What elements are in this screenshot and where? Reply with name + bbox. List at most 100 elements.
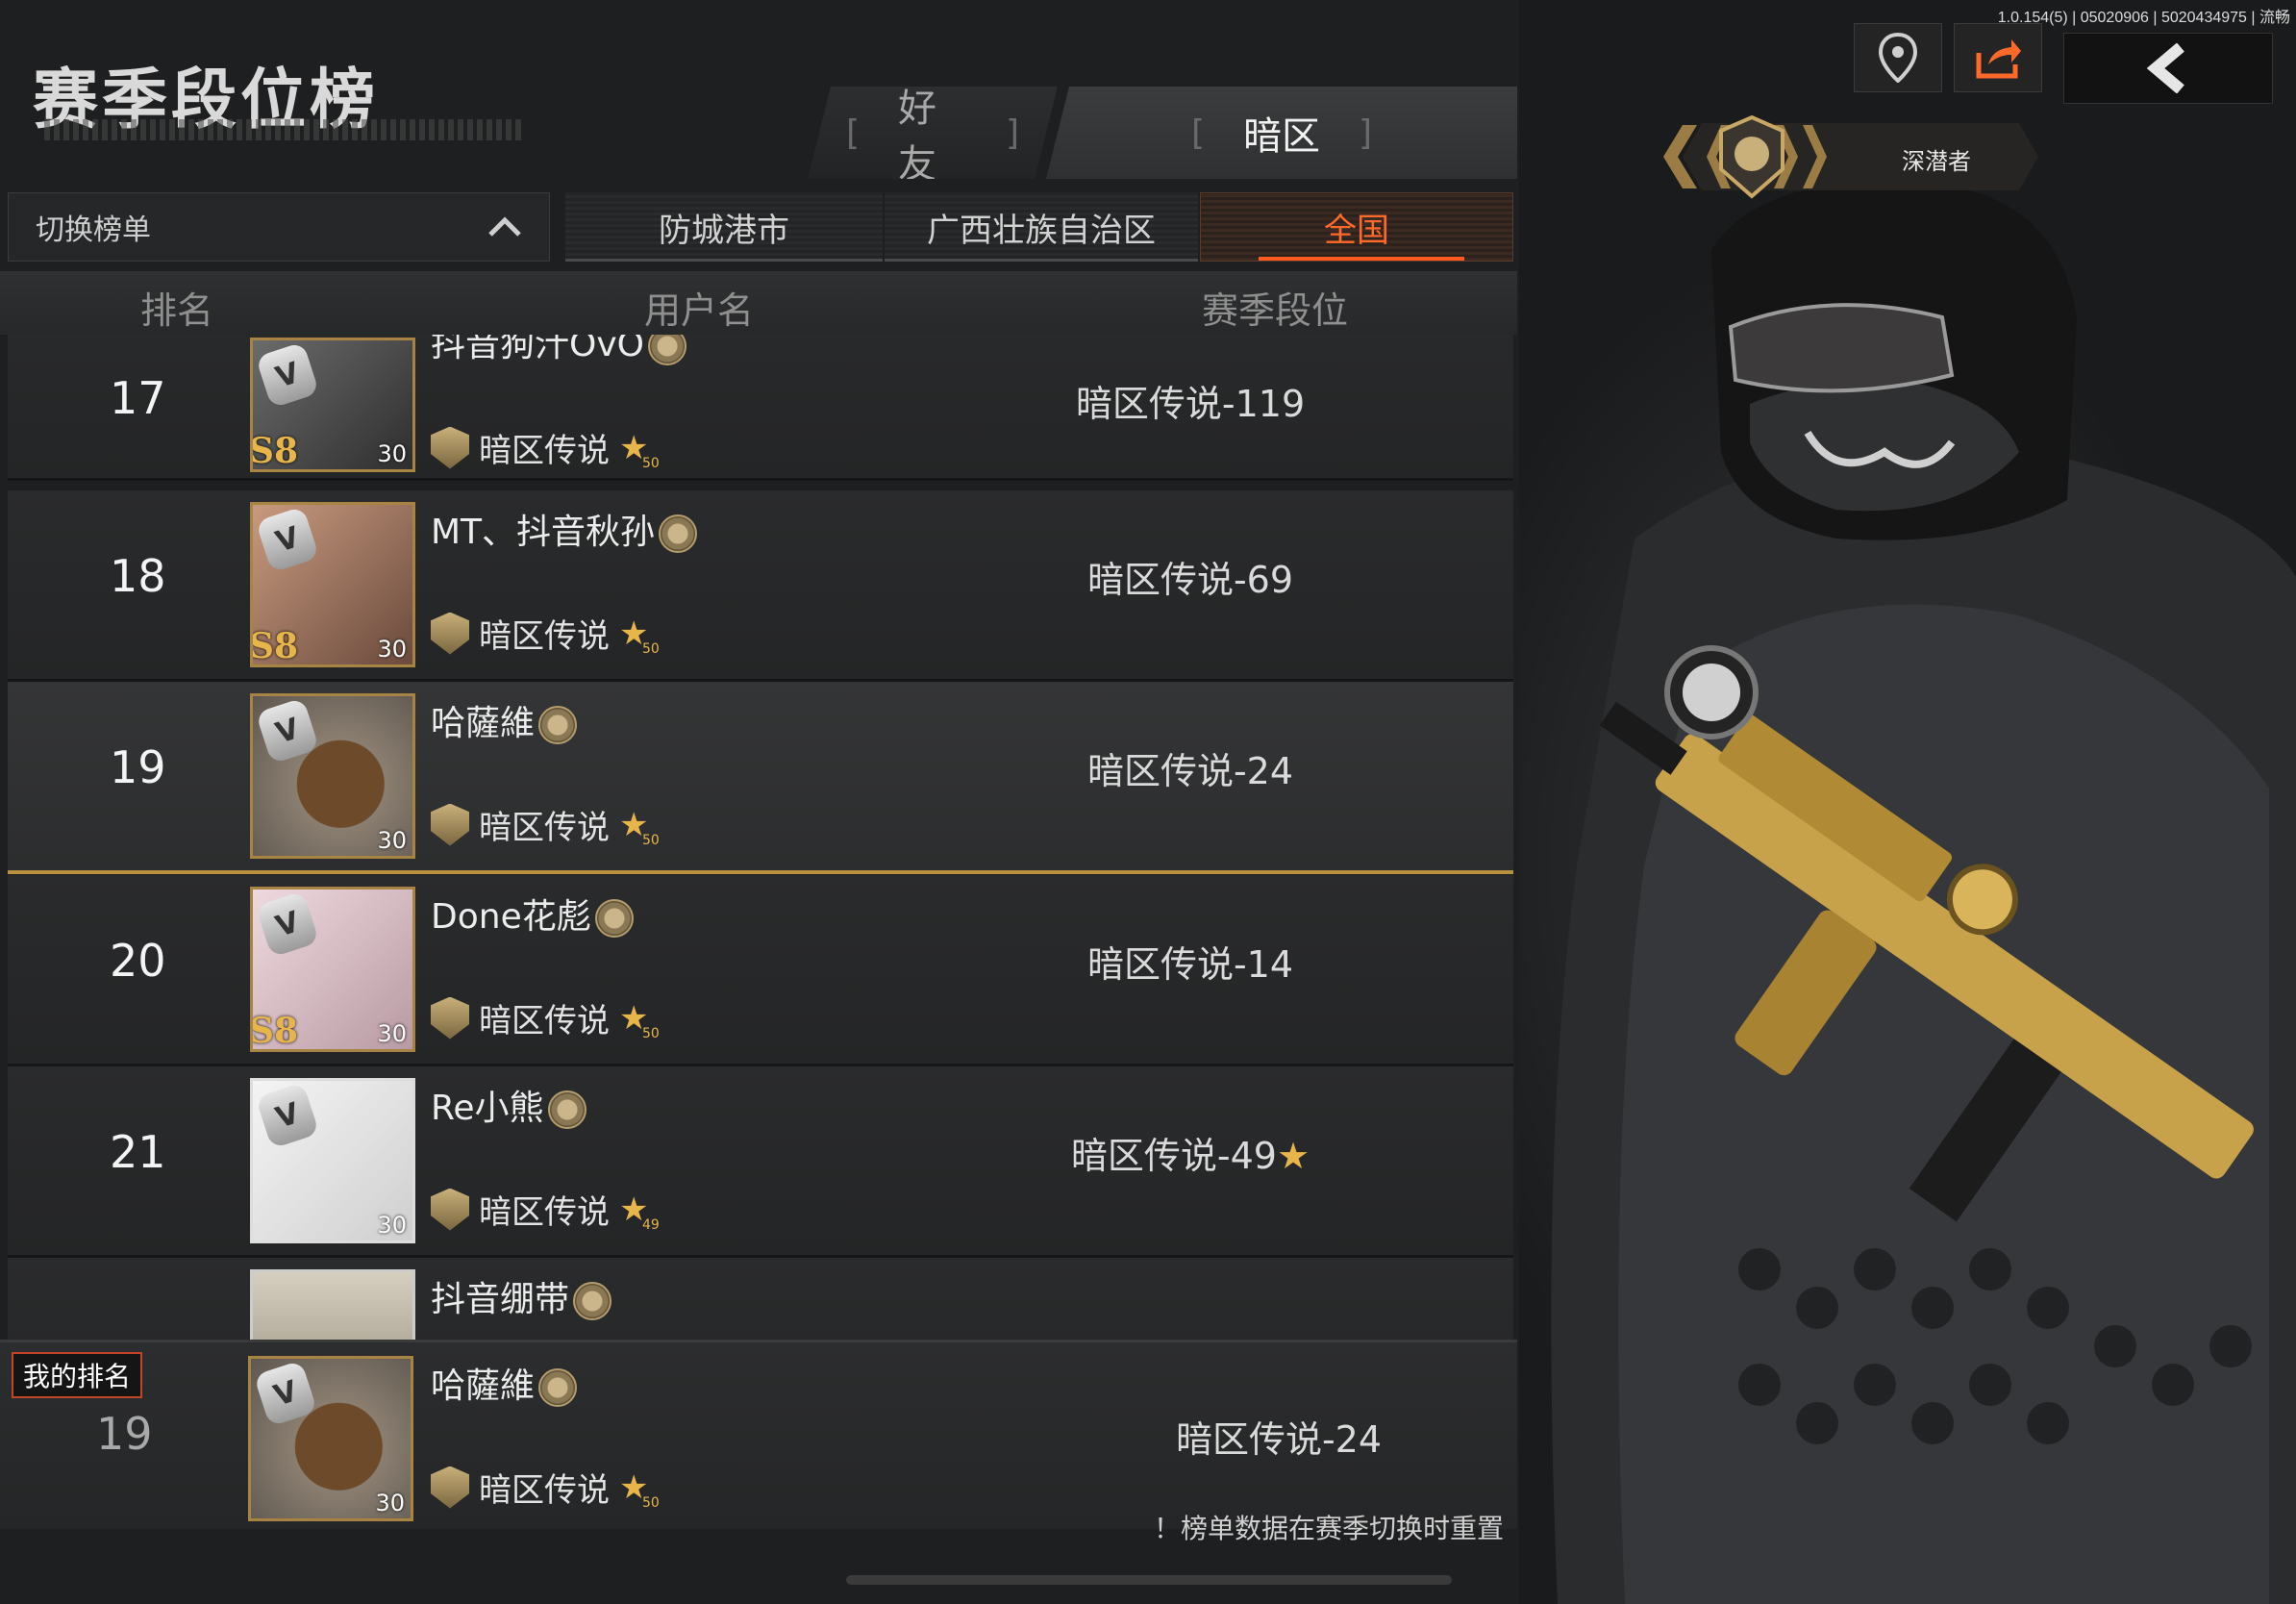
tab-region-province-label: 广西壮族自治区 [927, 211, 1156, 250]
avatar: V 30 [248, 1356, 413, 1521]
star-count: 50 [642, 1494, 660, 1511]
tier-icon [431, 1466, 469, 1509]
level-number: 30 [375, 1490, 405, 1516]
username: 哈薩維 [431, 695, 578, 745]
avatar: V 30 [250, 1078, 415, 1243]
name-badge-icon [538, 1368, 578, 1407]
season-badge: S8 [250, 431, 299, 471]
name-badge-icon [547, 1090, 586, 1129]
name-badge-icon [594, 899, 634, 938]
star-count: 50 [642, 455, 660, 471]
tier-label: 暗区传说 [479, 1471, 610, 1510]
dogtag-icon: V [255, 341, 320, 409]
back-button[interactable] [2063, 33, 2273, 104]
season-badge: S8 [250, 626, 299, 666]
tier-icon [431, 1188, 469, 1231]
tier-label: 暗区传说 [479, 432, 610, 470]
tab-region-national[interactable]: 全国 [1200, 192, 1513, 262]
username: 抖音绷带 [431, 1271, 612, 1321]
username: 抖音狗汁OvO [431, 335, 686, 366]
star-count: 50 [642, 832, 660, 848]
username: Done花彪 [431, 889, 634, 939]
star-icon: ★ 49 [619, 1190, 660, 1233]
rank-number: 20 [110, 935, 166, 987]
soldier-illustration [1551, 181, 2296, 1604]
level-number: 30 [377, 1020, 407, 1047]
tier-label: 暗区传说 [479, 617, 610, 656]
footer-note: ！榜单数据在赛季切换时重置 [1154, 1513, 1505, 1544]
tier-line: 暗区传说 ★ 50 [431, 994, 660, 1041]
tier-label: 暗区传说 [479, 809, 610, 847]
username: MT、抖音秋孙 [431, 504, 698, 554]
season-badge: S8 [250, 1011, 299, 1051]
tab-region-city[interactable]: 防城港市 [565, 192, 883, 262]
rank-number: 19 [110, 741, 166, 793]
name-badge-icon [538, 706, 578, 744]
chevron-left-icon [2146, 43, 2184, 93]
season-rank: 暗区传说-24 [1175, 1418, 1383, 1461]
avatar: V 30 [250, 693, 415, 859]
username-text: 哈薩維 [431, 1366, 536, 1406]
location-button[interactable] [1854, 23, 1942, 92]
season-rank: 暗区传说-24 [1086, 750, 1294, 792]
season-rank: 暗区传说-49★ [1071, 1126, 1310, 1179]
avatar: V S8 30 [250, 502, 415, 667]
my-rank-label: 我的排名 [12, 1352, 143, 1398]
season-rank: 暗区传说-69 [1086, 559, 1294, 601]
leaderboard-list[interactable]: 17 V S8 30 抖音狗汁OvO 暗区传说 ★ 50 暗区传说-119 18 … [8, 335, 1517, 1340]
player-title: 深潜者 [1902, 148, 1971, 175]
username-text: 哈薩維 [431, 704, 536, 743]
title-decoration [44, 119, 525, 140]
header-username: 用户名 [644, 289, 755, 332]
star-icon: ★ 50 [619, 805, 660, 848]
tab-darkzone[interactable]: [暗区] [1046, 87, 1517, 179]
share-button[interactable] [1954, 23, 2042, 92]
star-count: 50 [642, 640, 660, 657]
table-row[interactable]: 21 V 30 Re小熊 暗区传说 ★ 49 暗区传说-49★ [8, 1066, 1513, 1258]
character-preview [1519, 0, 2296, 1604]
location-pin-icon [1879, 33, 1917, 83]
rank-number: 21 [110, 1126, 166, 1178]
tier-line: 暗区传说 ★ 50 [431, 1464, 660, 1511]
table-row[interactable]: 抖音绷带 [8, 1258, 1513, 1340]
rank-number: 19 [96, 1408, 153, 1460]
star-icon: ★ 50 [619, 428, 660, 471]
dogtag-icon: V [255, 506, 320, 573]
star-count: 49 [642, 1216, 660, 1233]
star-icon: ★ [1277, 1135, 1310, 1177]
table-row[interactable]: 18 V S8 30 MT、抖音秋孙 暗区传说 ★ 50 暗区传说-69 [8, 490, 1513, 682]
tab-region-province[interactable]: 广西壮族自治区 [885, 192, 1198, 262]
my-rank-row[interactable]: 我的排名 19 V 30 哈薩維 暗区传说 ★ 50 暗区传说-24 [0, 1340, 1517, 1529]
avatar: V S8 30 [250, 887, 415, 1052]
star-icon: ★ 50 [619, 1467, 660, 1511]
table-row[interactable]: 20 V S8 30 Done花彪 暗区传说 ★ 50 暗区传说-14 [8, 875, 1513, 1066]
tier-line: 暗区传说 ★ 50 [431, 424, 660, 471]
tier-label: 暗区传说 [479, 1193, 610, 1232]
tab-region-city-label: 防城港市 [659, 211, 789, 250]
tier-line: 暗区传说 ★ 50 [431, 610, 660, 657]
player-title-badge [1663, 114, 2038, 199]
tab-region-national-label: 全国 [1324, 211, 1389, 250]
level-number: 30 [377, 636, 407, 663]
tab-friends-label: 好友 [898, 87, 937, 187]
tier-line: 暗区传说 ★ 50 [431, 801, 660, 848]
switch-board-dropdown[interactable]: 切换榜单 [8, 192, 550, 262]
tab-darkzone-label: 暗区 [1243, 114, 1320, 159]
table-row[interactable]: 17 V S8 30 抖音狗汁OvO 暗区传说 ★ 50 暗区传说-119 [8, 335, 1513, 481]
level-number: 30 [377, 827, 407, 854]
username-text: 抖音绷带 [431, 1280, 570, 1319]
header-rank: 排名 [140, 289, 214, 332]
username-text: MT、抖音秋孙 [431, 513, 656, 552]
tier-line: 暗区传说 ★ 49 [431, 1186, 660, 1233]
chevron-up-icon [488, 216, 521, 237]
username-text: Re小熊 [431, 1089, 544, 1128]
level-number: 30 [377, 1212, 407, 1239]
username-text: 抖音狗汁OvO [431, 335, 644, 364]
dogtag-icon: V [255, 890, 320, 958]
name-badge-icon [659, 514, 698, 553]
tier-icon [431, 803, 469, 846]
tab-friends[interactable]: [好友] [808, 87, 1058, 179]
table-header: 排名 用户名 赛季段位 [0, 271, 1517, 335]
table-row-self[interactable]: 19 V 30 哈薩維 暗区传说 ★ 50 暗区传说-24 [8, 682, 1513, 874]
avatar [250, 1269, 415, 1340]
